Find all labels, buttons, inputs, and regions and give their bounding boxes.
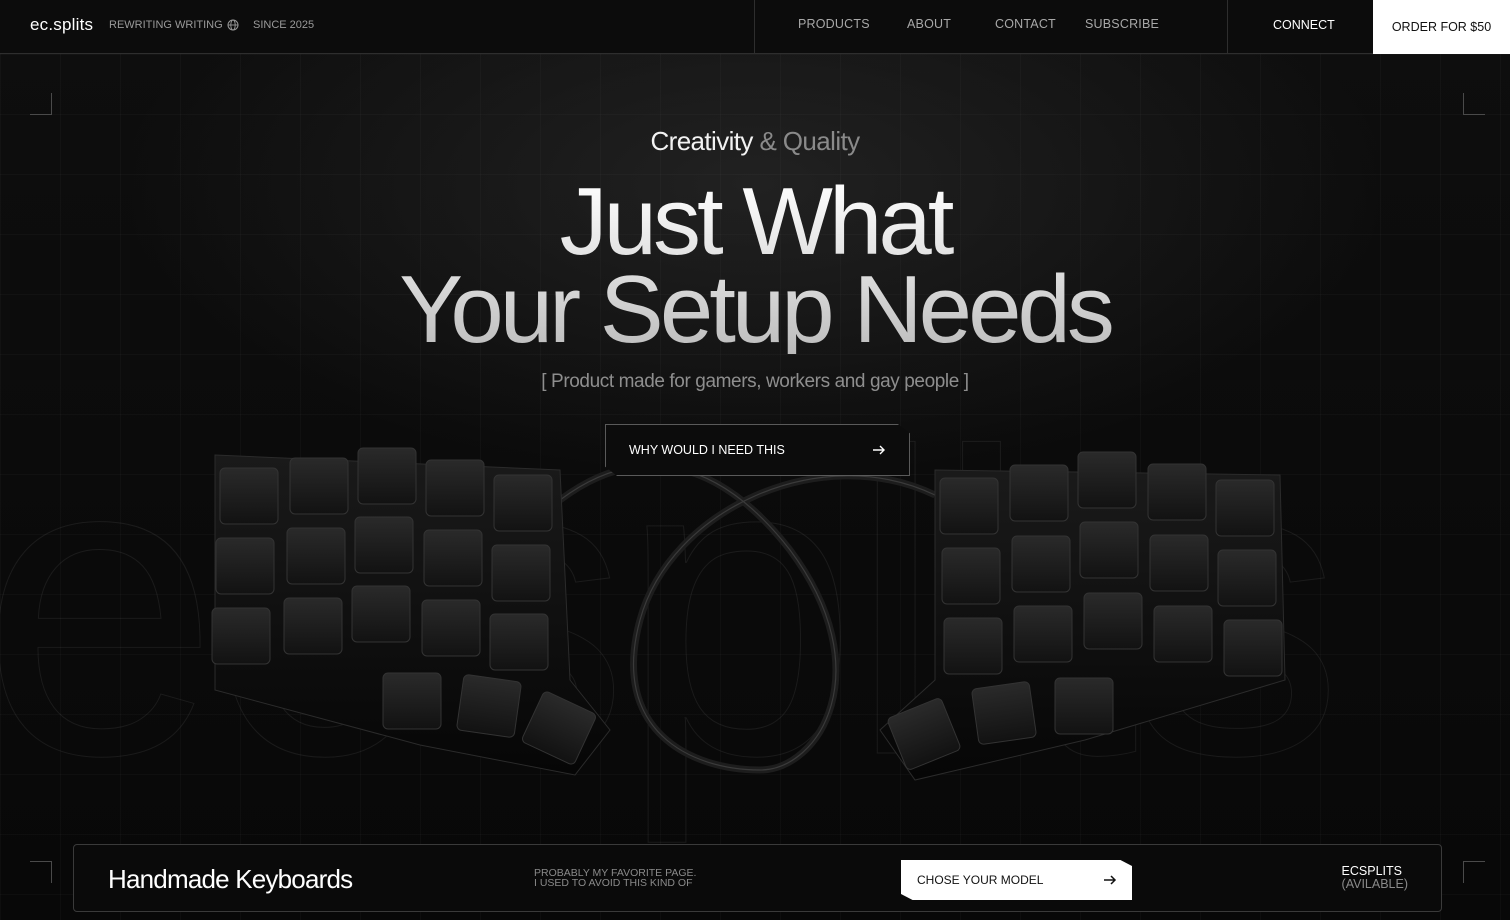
since-label: SINCE 2025 bbox=[253, 19, 315, 31]
corner-bracket-bottom-right bbox=[1463, 861, 1485, 883]
keyboard-cable bbox=[557, 462, 937, 774]
hero-subline: [ Product made for gamers, workers and g… bbox=[541, 371, 969, 392]
globe-icon bbox=[227, 19, 239, 31]
availability-status: ECSPLITS (AVILABLE) bbox=[1342, 865, 1408, 891]
cta-label: WHY WOULD I NEED THIS bbox=[629, 443, 785, 457]
choose-model-button[interactable]: CHOSE YOUR MODEL bbox=[901, 860, 1132, 900]
hero-eyebrow: Creativity & Quality bbox=[0, 126, 1510, 157]
nav-about[interactable]: ABOUT bbox=[907, 17, 951, 31]
top-navigation-bar: ec.splits REWRITING WRITING SINCE 2025 P… bbox=[0, 0, 1510, 54]
choose-model-label: CHOSE YOUR MODEL bbox=[917, 873, 1044, 887]
corner-bracket-top-right bbox=[1463, 93, 1485, 115]
nav-contact[interactable]: CONTACT bbox=[995, 17, 1056, 31]
bottom-note: PROBABLY MY FAVORITE PAGE. I USED TO AVO… bbox=[534, 868, 696, 889]
nav-subscribe[interactable]: SUBSCRIBE bbox=[1085, 17, 1159, 31]
bottom-note-line-2: I USED TO AVOID THIS KIND OF bbox=[534, 877, 693, 889]
connect-button[interactable]: CONNECT bbox=[1273, 18, 1335, 32]
handmade-keyboards-title: Handmade Keyboards bbox=[108, 864, 353, 894]
corner-bracket-bottom-left bbox=[30, 861, 52, 883]
tagline: REWRITING WRITING bbox=[109, 19, 223, 31]
arrow-right-icon bbox=[1104, 875, 1117, 885]
hero-headline: Just What Your Setup Needs bbox=[0, 178, 1510, 354]
eyebrow-quality: & Quality bbox=[759, 126, 860, 156]
brand-logo[interactable]: ec.splits bbox=[30, 15, 93, 35]
nav-products[interactable]: PRODUCTS bbox=[798, 17, 870, 31]
why-need-this-button[interactable]: WHY WOULD I NEED THIS bbox=[605, 424, 910, 476]
nav-menu: PRODUCTS ABOUT CONTACT SUBSCRIBE bbox=[754, 0, 1228, 54]
headline-line-1: Just What bbox=[559, 168, 951, 275]
order-button[interactable]: ORDER FOR $50 bbox=[1373, 0, 1510, 54]
corner-bracket-top-left bbox=[30, 93, 52, 115]
eyebrow-creativity: Creativity bbox=[650, 126, 753, 156]
bottom-feature-bar: Handmade Keyboards PROBABLY MY FAVORITE … bbox=[73, 844, 1442, 912]
available-label: (AVILABLE) bbox=[1341, 877, 1408, 891]
arrow-right-icon bbox=[873, 445, 885, 455]
order-button-label: ORDER FOR $50 bbox=[1391, 20, 1492, 34]
headline-line-2: Your Setup Needs bbox=[399, 256, 1111, 363]
